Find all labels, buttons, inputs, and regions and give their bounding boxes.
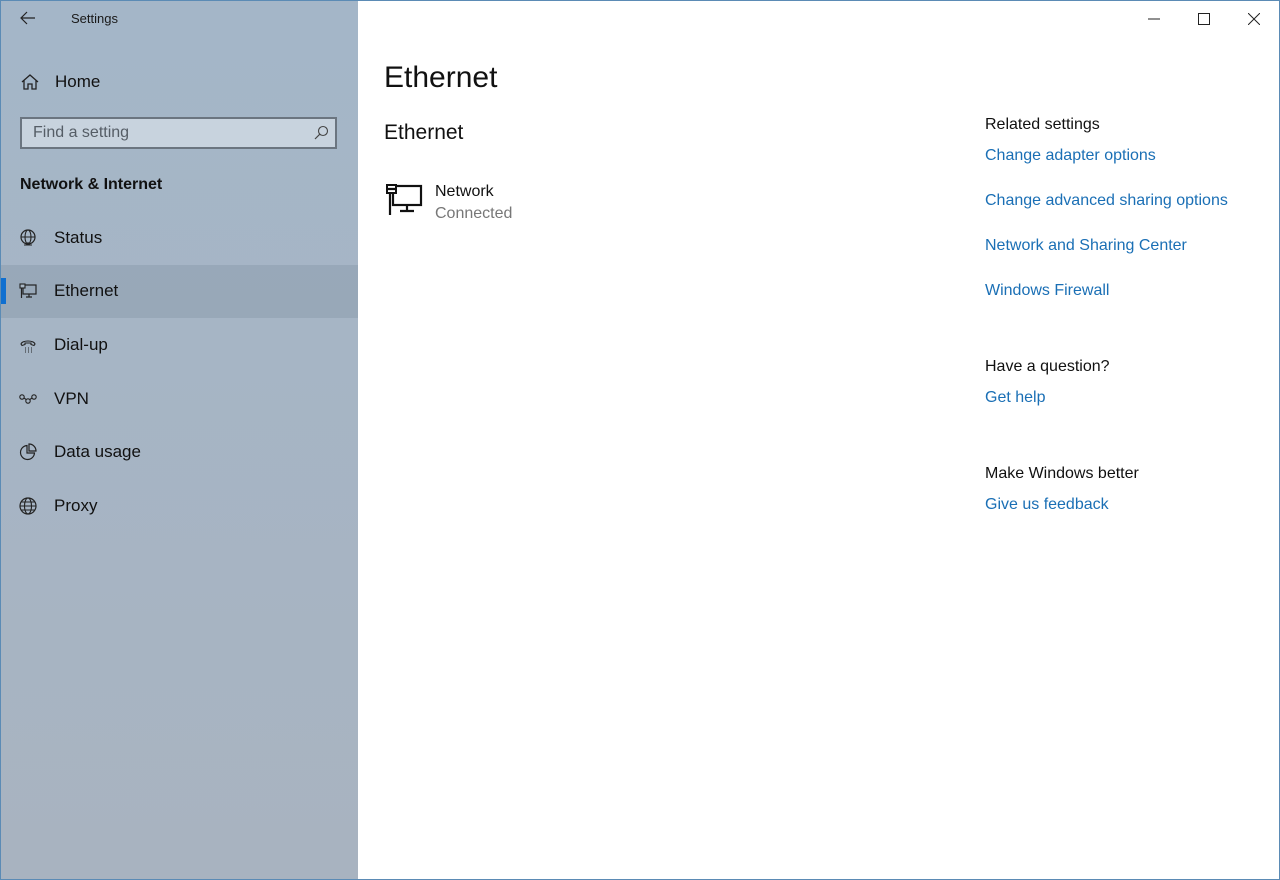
close-icon [1248,13,1260,25]
windows-firewall-link[interactable]: Windows Firewall [985,280,1275,302]
globe-monitor-icon [20,229,36,246]
sidebar-item-label: Data usage [54,442,141,462]
section-title: Network & Internet [20,176,163,193]
sidebar-item-label: VPN [54,388,89,408]
back-button[interactable] [15,7,41,31]
phone-icon [20,340,36,353]
home-icon [21,74,39,90]
sidebar-item-status[interactable]: Status [1,211,358,265]
sidebar-item-label: Dial-up [54,334,108,354]
home-label: Home [55,72,101,91]
pie-chart-icon [19,443,37,461]
window-controls [1129,1,1279,37]
active-indicator [1,277,6,304]
ethernet-icon [19,283,37,299]
related-settings-heading: Related settings [985,116,1100,133]
settings-window: Settings Home Network & Internet Status … [0,0,1280,880]
change-advanced-sharing-options-link[interactable]: Change advanced sharing options [985,190,1275,212]
section-heading: Ethernet [384,121,464,144]
arrow-left-icon [20,11,35,25]
network-and-sharing-center-link[interactable]: Network and Sharing Center [985,235,1275,257]
sidebar-item-label: Status [54,227,103,247]
sidebar-item-vpn[interactable]: VPN [1,372,358,426]
related-settings-panel: Related settings Change adapter options … [985,114,1275,516]
vpn-icon [19,393,37,404]
sidebar-item-data-usage[interactable]: Data usage [1,425,358,479]
feedback-heading: Make Windows better [985,465,1139,482]
sidebar-item-dial-up[interactable]: Dial-up [1,318,358,372]
sidebar-nav: Status Ethernet Dial-up VPN Data usage P… [1,211,358,533]
search-box[interactable] [20,117,337,149]
sidebar-item-ethernet[interactable]: Ethernet [1,264,358,319]
ethernet-network-icon [386,184,423,215]
minimize-button[interactable] [1129,1,1179,37]
get-help-link[interactable]: Get help [985,387,1275,409]
give-feedback-link[interactable]: Give us feedback [985,494,1275,516]
globe-icon [19,497,37,515]
minimize-icon [1148,18,1160,20]
network-status: Connected [435,205,513,222]
home-nav-item[interactable]: Home [1,63,358,101]
page-title: Ethernet [384,61,498,94]
sidebar-item-label: Proxy [54,495,98,515]
sidebar-item-proxy[interactable]: Proxy [1,479,358,533]
app-title: Settings [71,11,118,26]
change-adapter-options-link[interactable]: Change adapter options [985,145,1275,167]
network-item[interactable]: Network Connected [384,181,512,225]
sidebar: Settings Home Network & Internet Status … [1,1,358,879]
maximize-icon [1198,13,1210,25]
network-name: Network [435,183,494,200]
title-bar: Settings [1,1,358,37]
search-icon[interactable] [313,125,329,141]
question-heading: Have a question? [985,358,1110,375]
sidebar-item-label: Ethernet [54,281,119,301]
maximize-button[interactable] [1179,1,1229,37]
close-button[interactable] [1229,1,1279,37]
main-content: Ethernet Ethernet Network Connected Rela… [359,1,1279,879]
search-input[interactable] [22,119,313,147]
